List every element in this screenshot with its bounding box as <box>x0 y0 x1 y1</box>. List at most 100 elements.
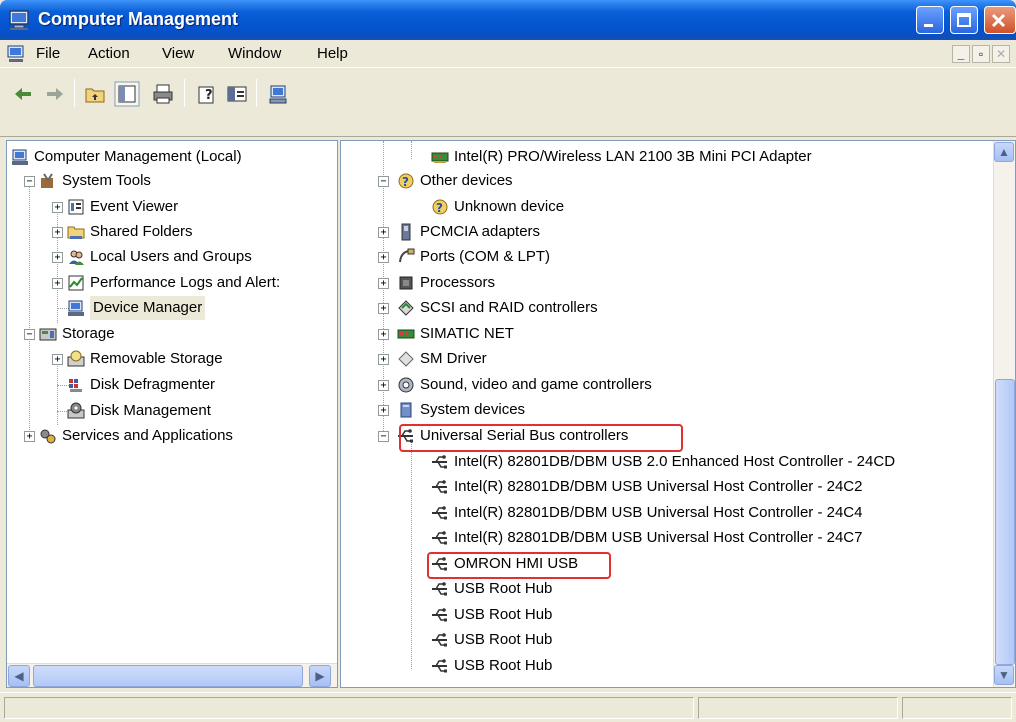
mdi-controls: _ ▫ ✕ <box>952 45 1010 63</box>
system-devices-icon <box>400 402 412 418</box>
minimize-button[interactable] <box>916 6 944 34</box>
menu-help[interactable]: Help <box>317 45 348 62</box>
expand-toggle[interactable]: + <box>378 278 389 289</box>
menu-bar: File Action View Window Help _ ▫ ✕ <box>0 40 1016 68</box>
scroll-down-button[interactable]: ▼ <box>994 665 1014 685</box>
menu-window[interactable]: Window <box>228 45 281 62</box>
expand-toggle[interactable]: + <box>378 380 389 391</box>
device-label: SCSI and RAID controllers <box>420 299 598 316</box>
disk-management-icon <box>67 402 85 419</box>
svg-text:?: ? <box>436 201 443 215</box>
scsi-icon <box>398 300 414 316</box>
mdi-minimize-button[interactable]: _ <box>952 45 970 63</box>
toolbar: ? <box>0 69 1016 137</box>
expand-toggle[interactable]: + <box>378 252 389 263</box>
toolbar-separator <box>184 79 185 107</box>
scroll-up-button[interactable]: ▲ <box>994 142 1014 162</box>
device-label: USB Root Hub <box>454 580 553 597</box>
svg-text:?: ? <box>205 88 213 103</box>
tree-item-label: Local Users and Groups <box>90 248 252 265</box>
network-adapter-icon <box>397 329 415 339</box>
tree-item-computer-management[interactable]: Computer Management (Local) <box>11 145 331 169</box>
expand-toggle[interactable]: + <box>378 227 389 238</box>
maximize-button[interactable] <box>950 6 978 34</box>
usb-icon <box>432 633 447 647</box>
system-menu-icon[interactable] <box>6 44 26 64</box>
tree-item-label: Disk Management <box>90 402 211 419</box>
shared-folder-icon <box>67 226 85 239</box>
collapse-toggle[interactable]: − <box>24 329 35 340</box>
expand-toggle[interactable]: + <box>52 278 63 289</box>
expand-toggle[interactable]: + <box>378 329 389 340</box>
menu-file[interactable]: File <box>36 45 60 62</box>
scroll-thumb[interactable] <box>995 379 1015 665</box>
tree-item-label: System Tools <box>62 172 151 189</box>
maximize-icon <box>957 13 971 27</box>
mdi-restore-button[interactable]: ▫ <box>972 45 990 63</box>
event-viewer-icon <box>68 199 84 215</box>
tree-item-label: Disk Defragmenter <box>90 376 216 393</box>
port-icon <box>399 248 415 263</box>
status-bar <box>0 692 1016 722</box>
properties-icon[interactable] <box>226 83 248 105</box>
usb-icon <box>432 531 447 545</box>
device-label: Intel(R) 82801DB/DBM USB Universal Host … <box>454 478 863 495</box>
computer-management-window: Computer Management File Action View Win… <box>0 0 1016 722</box>
menu-view[interactable]: View <box>162 45 194 62</box>
forward-icon[interactable] <box>44 83 66 105</box>
expand-toggle[interactable]: + <box>52 202 63 213</box>
removable-storage-icon <box>67 350 85 367</box>
show-hide-tree-icon[interactable] <box>114 81 140 107</box>
device-label: Ports (COM & LPT) <box>420 248 551 265</box>
tree-connector <box>57 359 58 425</box>
window-title: Computer Management <box>38 9 239 29</box>
device-label: Sound, video and game controllers <box>420 376 652 393</box>
svg-text:?: ? <box>402 175 409 189</box>
horizontal-scrollbar[interactable]: ◀ ▶ <box>7 663 337 687</box>
device-label: Other devices <box>420 172 513 189</box>
print-icon[interactable] <box>152 83 174 105</box>
scroll-thumb[interactable] <box>33 665 303 687</box>
pcmcia-icon <box>401 223 411 241</box>
scroll-left-button[interactable]: ◀ <box>8 665 30 687</box>
device-list-pane[interactable]: Intel(R) PRO/Wireless LAN 2100 3B Mini P… <box>340 140 1016 688</box>
up-folder-icon[interactable] <box>84 83 106 105</box>
tree-item-label: Shared Folders <box>90 223 193 240</box>
vertical-scrollbar[interactable]: ▲ ▼ <box>993 141 1015 687</box>
expand-toggle[interactable]: + <box>378 405 389 416</box>
collapse-toggle[interactable]: − <box>378 176 389 187</box>
device-label: USB Root Hub <box>454 606 553 623</box>
services-applications-icon <box>40 429 56 444</box>
usb-icon <box>432 506 447 520</box>
title-bar[interactable]: Computer Management <box>0 0 1016 40</box>
help-icon[interactable]: ? <box>196 83 218 105</box>
close-button[interactable] <box>984 6 1016 34</box>
expand-toggle[interactable]: + <box>378 303 389 314</box>
tree-item-label: Performance Logs and Alert: <box>90 274 281 291</box>
mdi-close-button[interactable]: ✕ <box>992 45 1010 63</box>
expand-toggle[interactable]: + <box>52 252 63 263</box>
close-icon <box>991 13 1006 28</box>
expand-toggle[interactable]: + <box>52 227 63 238</box>
status-segment <box>4 697 694 719</box>
tree-item-label: Device Manager <box>90 296 206 320</box>
menu-action[interactable]: Action <box>88 45 130 62</box>
toolbar-separator <box>74 79 75 107</box>
performance-logs-icon <box>68 275 84 291</box>
processor-icon <box>399 276 413 290</box>
device-label: USB Root Hub <box>454 657 553 674</box>
device-label: USB Root Hub <box>454 631 553 648</box>
collapse-toggle[interactable]: − <box>24 176 35 187</box>
expand-toggle[interactable]: + <box>378 354 389 365</box>
scroll-right-button[interactable]: ▶ <box>309 665 331 687</box>
tree-item-label: Removable Storage <box>90 350 223 367</box>
device-label: Intel(R) 82801DB/DBM USB Universal Host … <box>454 529 863 546</box>
collapse-toggle[interactable]: − <box>378 431 389 442</box>
sm-driver-icon <box>398 351 414 367</box>
expand-toggle[interactable]: + <box>24 431 35 442</box>
computer-management-icon <box>9 10 29 30</box>
computer-icon[interactable] <box>268 83 290 105</box>
console-tree-pane[interactable]: Computer Management (Local) − System Too… <box>6 140 338 688</box>
back-icon[interactable] <box>12 83 34 105</box>
expand-toggle[interactable]: + <box>52 354 63 365</box>
